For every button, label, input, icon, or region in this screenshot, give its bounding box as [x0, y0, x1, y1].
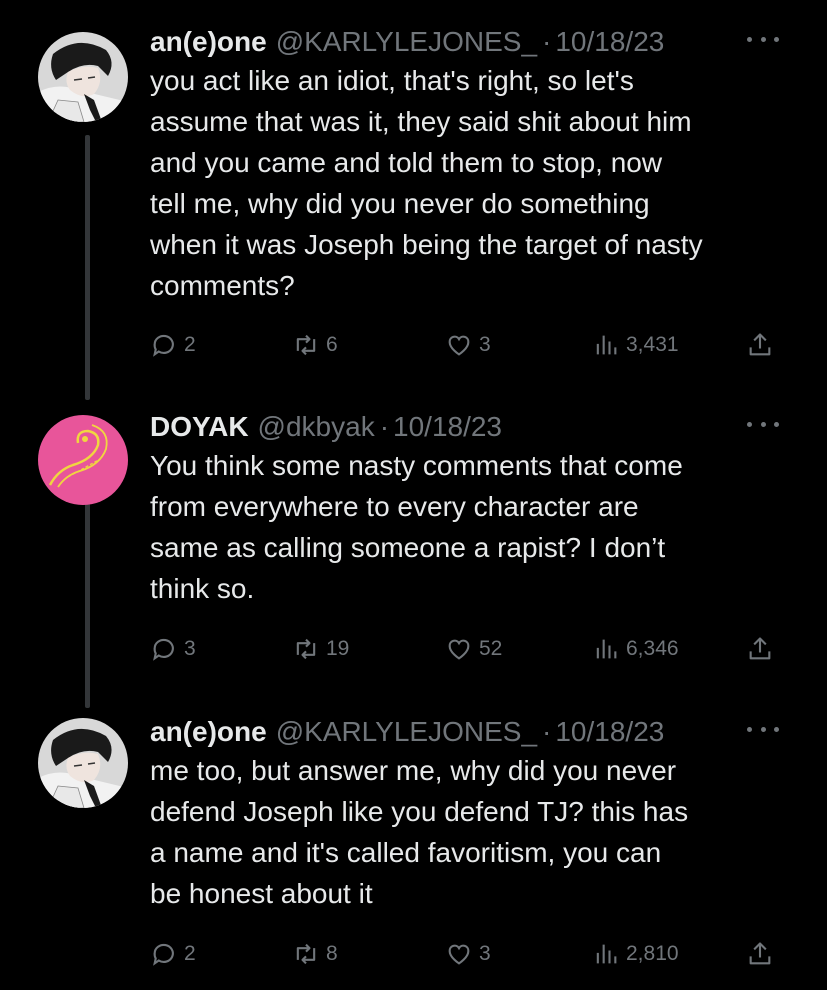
- reply-button[interactable]: 3: [150, 629, 196, 669]
- heart-icon: [448, 639, 470, 660]
- retweet-button[interactable]: 8: [292, 934, 338, 974]
- more-icon[interactable]: [747, 722, 779, 736]
- avatar[interactable]: [38, 32, 128, 122]
- display-name[interactable]: an(e)one: [150, 716, 267, 748]
- more-icon[interactable]: [747, 32, 779, 46]
- pink-snake-icon: [38, 415, 128, 505]
- separator-dot: ·: [542, 26, 552, 57]
- reply-count: 2: [184, 333, 196, 356]
- tweet[interactable]: DOYAK @dkbyak · 10/18/23 You think some …: [0, 407, 827, 707]
- tweet-text: you act like an idiot, that's right, so …: [150, 65, 703, 301]
- like-count: 3: [479, 333, 491, 356]
- share-icon: [749, 637, 771, 660]
- retweet-icon: [296, 943, 316, 965]
- view-count: 3,431: [626, 333, 679, 356]
- like-count: 3: [479, 942, 491, 965]
- share-button[interactable]: [746, 629, 780, 669]
- tweet-text: You think some nasty comments that come …: [150, 450, 683, 604]
- avatar[interactable]: [38, 718, 128, 808]
- share-icon: [749, 942, 771, 965]
- retweet-count: 8: [326, 942, 338, 965]
- tweet-date[interactable]: 10/18/23: [393, 411, 502, 443]
- share-button[interactable]: [746, 934, 780, 974]
- manga-portrait-icon: [38, 718, 128, 808]
- view-count: 6,346: [626, 637, 679, 660]
- like-button[interactable]: 52: [445, 629, 502, 669]
- manga-portrait-icon: [38, 32, 128, 122]
- avatar[interactable]: [38, 415, 128, 505]
- retweet-icon: [296, 638, 316, 660]
- retweet-button[interactable]: 6: [292, 325, 338, 365]
- user-handle[interactable]: @dkbyak: [258, 411, 375, 443]
- views-icon: [596, 944, 617, 964]
- tweet[interactable]: an(e)one @KARLYLEJONES_ · 10/18/23 you a…: [0, 22, 827, 367]
- reply-icon: [153, 943, 174, 966]
- reply-icon: [153, 334, 174, 357]
- view-count: 2,810: [626, 942, 679, 965]
- views-icon: [596, 639, 617, 659]
- more-icon[interactable]: [747, 417, 779, 431]
- share-icon: [749, 333, 771, 356]
- retweet-count: 19: [326, 637, 350, 660]
- like-button[interactable]: 3: [445, 325, 491, 365]
- tweet-header: an(e)one @KARLYLEJONES_ · 10/18/23: [150, 712, 664, 752]
- tweet-actions: 2 8 3 2,810: [150, 934, 790, 974]
- heart-icon: [448, 335, 470, 356]
- tweet-text: me too, but answer me, why did you never…: [150, 755, 689, 909]
- share-button[interactable]: [746, 325, 780, 365]
- reply-button[interactable]: 2: [150, 934, 196, 974]
- tweet-header: DOYAK @dkbyak · 10/18/23: [150, 407, 502, 447]
- tweet-date[interactable]: 10/18/23: [555, 716, 664, 748]
- like-button[interactable]: 3: [445, 934, 491, 974]
- tweet-header: an(e)one @KARLYLEJONES_ · 10/18/23: [150, 22, 664, 62]
- views-icon: [596, 335, 617, 355]
- user-handle[interactable]: @KARLYLEJONES_: [276, 716, 537, 748]
- separator-dot: ·: [542, 716, 552, 747]
- views-button[interactable]: 6,346: [592, 629, 679, 669]
- separator-dot: ·: [379, 411, 390, 442]
- retweet-count: 6: [326, 333, 338, 356]
- like-count: 52: [479, 637, 503, 660]
- retweet-icon: [296, 334, 316, 356]
- views-button[interactable]: 2,810: [592, 934, 679, 974]
- user-handle[interactable]: @KARLYLEJONES_: [276, 26, 537, 58]
- tweet-actions: 3 19 52 6,346: [150, 629, 790, 669]
- display-name[interactable]: an(e)one: [150, 26, 267, 58]
- display-name[interactable]: DOYAK: [150, 411, 249, 443]
- tweet-date[interactable]: 10/18/23: [555, 26, 664, 58]
- tweet[interactable]: an(e)one @KARLYLEJONES_ · 10/18/23 me to…: [0, 712, 827, 982]
- reply-button[interactable]: 2: [150, 325, 196, 365]
- reply-count: 3: [184, 637, 196, 660]
- reply-icon: [153, 638, 174, 661]
- tweet-actions: 2 6 3 3,431: [150, 325, 790, 365]
- heart-icon: [448, 944, 470, 965]
- retweet-button[interactable]: 19: [292, 629, 349, 669]
- reply-count: 2: [184, 942, 196, 965]
- views-button[interactable]: 3,431: [592, 325, 679, 365]
